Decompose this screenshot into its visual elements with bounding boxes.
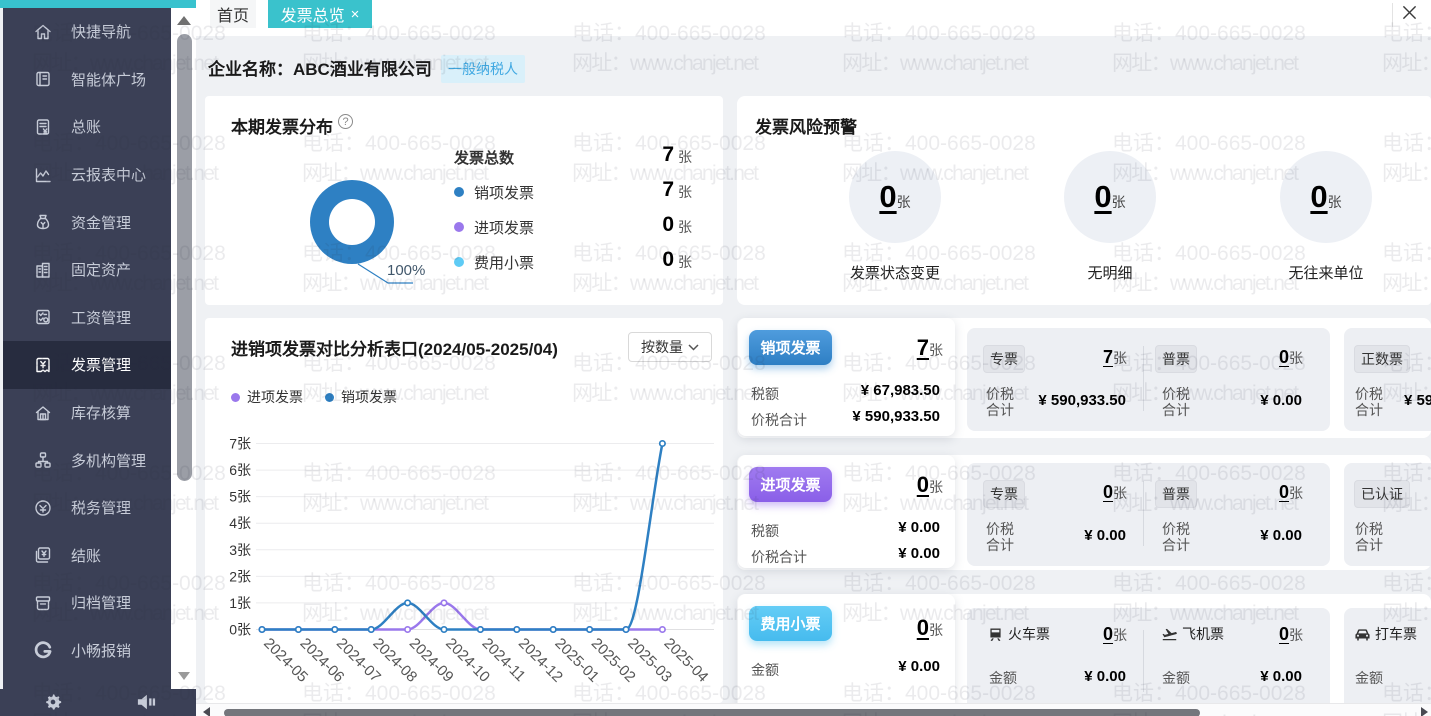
svg-text:3张: 3张: [229, 542, 251, 558]
svg-text:7张: 7张: [229, 436, 251, 452]
svg-text:5张: 5张: [229, 489, 251, 505]
svg-text:4张: 4张: [229, 515, 251, 531]
svg-text:2张: 2张: [229, 568, 251, 584]
svg-text:6张: 6张: [229, 462, 251, 478]
svg-text:0张: 0张: [229, 622, 251, 638]
svg-text:1张: 1张: [229, 595, 251, 611]
